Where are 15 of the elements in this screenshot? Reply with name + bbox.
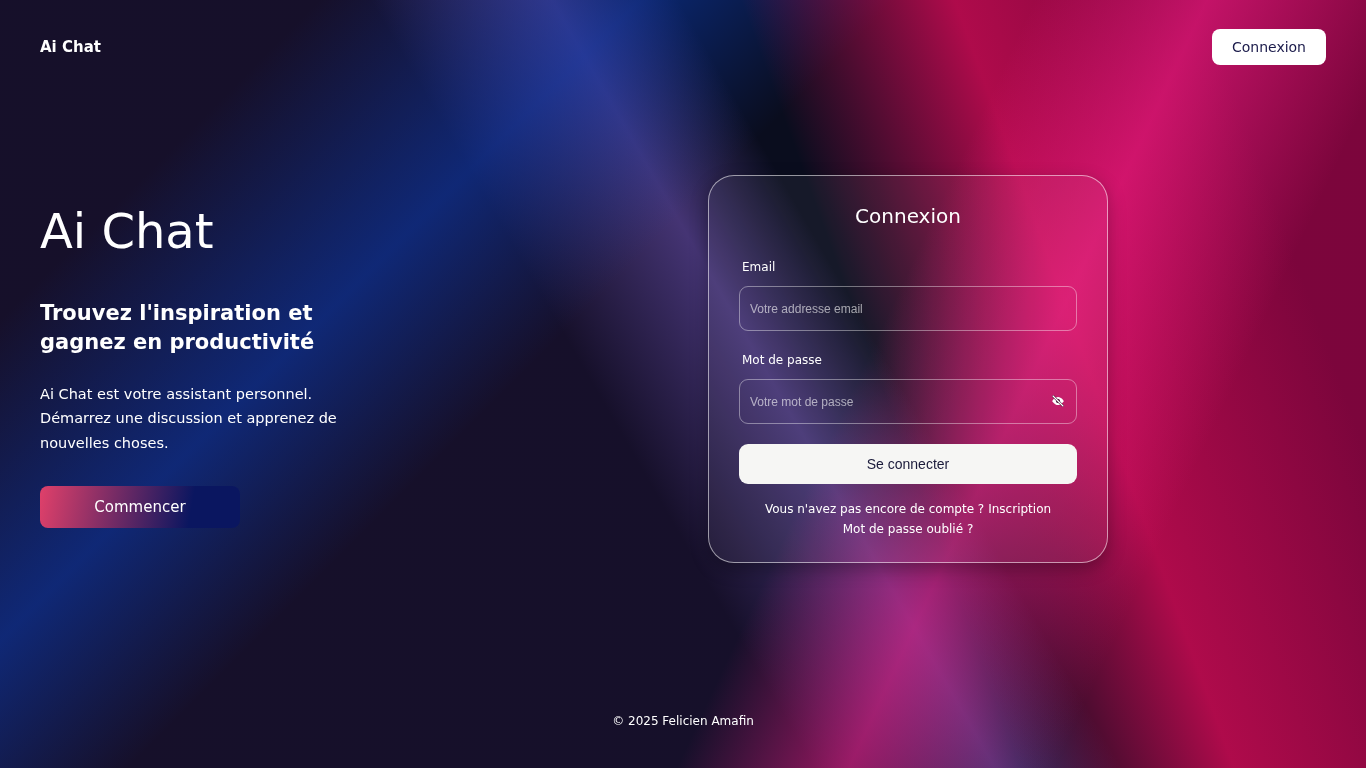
forgot-password-link[interactable]: Mot de passe oublié ? <box>842 522 974 536</box>
field-label: Email <box>742 260 777 274</box>
field-label: Mot de passe <box>742 353 823 367</box>
hero-description: Ai Chat est votre assistant personnel. Démarrez une discussion et apprenez de nouvelles choses. <box>40 384 338 454</box>
signup-link[interactable]: Inscription <box>988 502 1052 516</box>
sign-in-button[interactable]: Se connecter <box>739 444 1077 484</box>
brand-name: Ai Chat <box>40 38 101 56</box>
hero-subtitle: Trouvez l'inspiration et gagnez en productivité <box>40 300 316 357</box>
hero-title: Ai Chat <box>40 207 215 255</box>
login-title: Connexion <box>854 204 962 228</box>
eye-slash-icon[interactable] <box>1051 395 1065 407</box>
login-button[interactable]: Connexion <box>1211 29 1326 65</box>
start-button[interactable]: Commencer <box>40 485 240 528</box>
copyright-text: © 2025 Felicien Amafin <box>612 714 754 728</box>
signup-prompt: Vous n'avez pas encore de compte ? <box>764 502 985 516</box>
